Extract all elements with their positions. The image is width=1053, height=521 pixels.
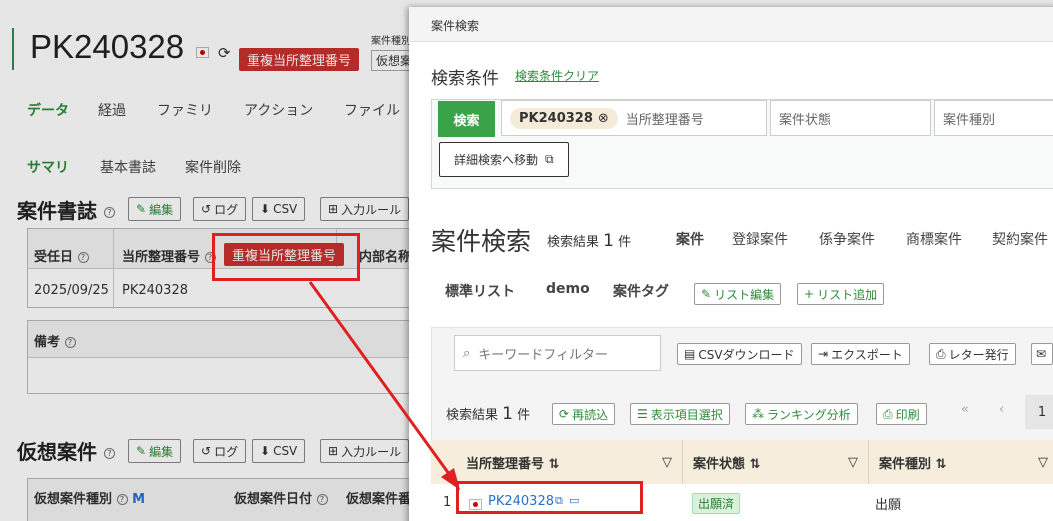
- annotation-arrow: [308, 281, 460, 490]
- arrow-line: [308, 281, 454, 479]
- arrow-head: [441, 468, 460, 490]
